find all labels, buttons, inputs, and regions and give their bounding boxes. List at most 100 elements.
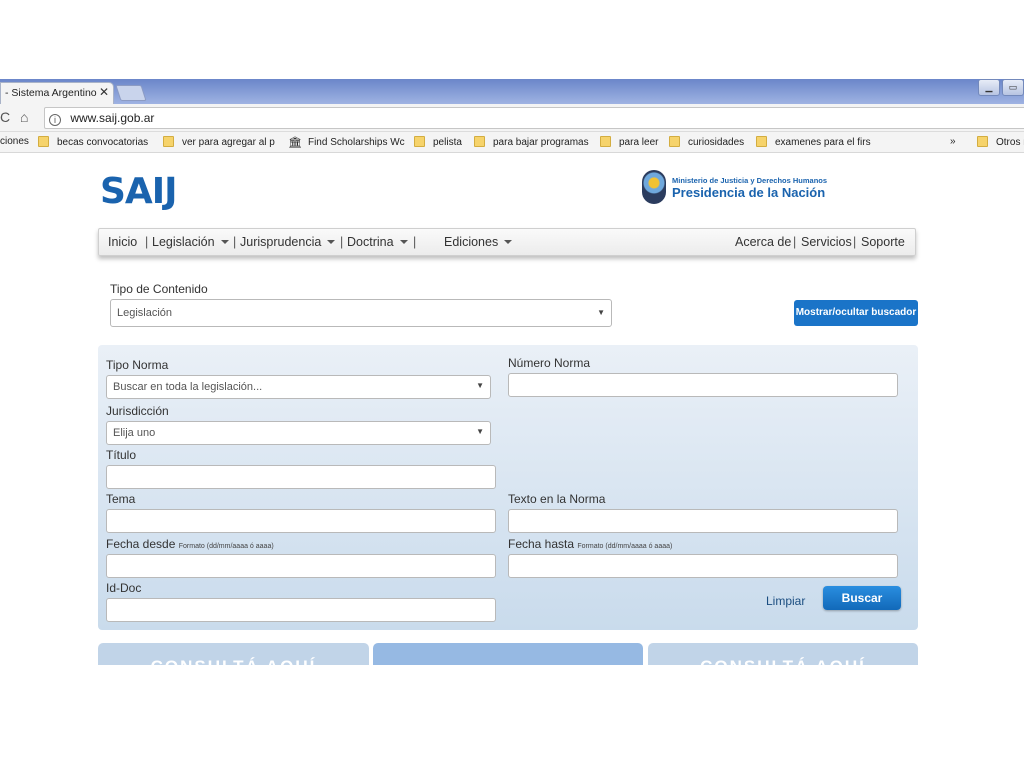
titulo-input[interactable] <box>106 465 496 489</box>
more-bookmarks-button[interactable]: » <box>950 136 956 147</box>
bookmark-label: curiosidades <box>688 137 745 148</box>
consult-card-1[interactable]: CONSULTÁ AQUÍ <box>98 643 369 665</box>
ministry-name: Ministerio de Justicia y Derechos Humano… <box>672 176 828 185</box>
nav-separator: | <box>793 235 797 249</box>
bookmark-item[interactable]: para bajar programas <box>474 136 589 148</box>
bookmark-item[interactable]: para leer <box>600 136 658 148</box>
url-text: www.saij.gob.ar <box>70 111 155 125</box>
dropdown-arrow-icon: ▼ <box>597 308 605 317</box>
bookmark-item[interactable]: curiosidades <box>669 136 744 148</box>
bookmark-item[interactable]: pelista <box>414 136 462 148</box>
numero-norma-input[interactable] <box>508 373 898 397</box>
bookmark-label: pelista <box>433 137 462 148</box>
search-button[interactable]: Buscar <box>823 586 901 610</box>
dropdown-arrow-icon: ▼ <box>476 427 484 436</box>
maximize-button[interactable]: ▭ <box>1002 79 1024 96</box>
bookmark-label: para bajar programas <box>493 137 589 148</box>
bookmark-item[interactable]: becas convocatorias <box>38 136 148 148</box>
iddoc-input[interactable] <box>106 598 496 622</box>
toggle-search-button[interactable]: Mostrar/ocultar buscador <box>794 300 918 326</box>
nav-separator: | <box>853 235 857 249</box>
nav-separator: | <box>340 235 344 249</box>
nav-label: Ediciones <box>444 235 499 249</box>
new-tab-button[interactable] <box>115 85 147 101</box>
browser-chrome: - Sistema Argentino ✕ ▁ ▭ C ⌂ i www.saij… <box>0 79 1024 153</box>
content-type-value: Legislación <box>117 307 173 319</box>
folder-icon <box>756 136 767 147</box>
reload-icon[interactable]: C <box>0 109 10 125</box>
nav-separator: | <box>233 235 237 249</box>
folder-icon <box>977 136 988 147</box>
bookmark-item[interactable]: ciones <box>0 136 29 147</box>
bookmark-item[interactable]: 🏛 Find Scholarships Wc <box>288 136 405 149</box>
nav-jurisprudencia[interactable]: Jurisprudencia <box>240 235 336 249</box>
folder-icon <box>163 136 174 147</box>
texto-norma-input[interactable] <box>508 509 898 533</box>
tab-close-icon[interactable]: ✕ <box>99 85 109 99</box>
bookmark-label: Otros m <box>996 137 1024 148</box>
texto-norma-label: Texto en la Norma <box>508 492 606 506</box>
consult-card-3[interactable]: CONSULTÁ AQUÍ <box>648 643 918 665</box>
iddoc-label: Id-Doc <box>106 581 142 595</box>
bookmark-label: becas convocatorias <box>57 137 149 148</box>
nav-ediciones[interactable]: Ediciones <box>444 235 513 249</box>
content-type-select[interactable]: Legislación ▼ <box>110 299 612 327</box>
browser-tab[interactable]: - Sistema Argentino ✕ <box>0 82 114 104</box>
nav-soporte[interactable]: Soporte <box>861 235 905 249</box>
card-title: CONSULTÁ AQUÍ <box>151 657 317 665</box>
tipo-norma-label: Tipo Norma <box>106 358 169 372</box>
minimize-button[interactable]: ▁ <box>978 79 1000 96</box>
other-bookmarks[interactable]: Otros m <box>977 136 1024 148</box>
jurisdiccion-select[interactable]: Elija uno ▼ <box>106 421 491 445</box>
nav-label: Doctrina <box>347 235 394 249</box>
fecha-format-hint: Formato (dd/mm/aaaa ó aaaa) <box>178 543 274 550</box>
nav-label: Legislación <box>152 235 215 249</box>
home-icon[interactable]: ⌂ <box>20 109 28 125</box>
tab-bar: - Sistema Argentino ✕ ▁ ▭ <box>0 79 1024 104</box>
content-type-label: Tipo de Contenido <box>110 282 208 296</box>
bookmark-label: Find Scholarships Wc <box>307 137 405 148</box>
nav-servicios[interactable]: Servicios <box>801 235 852 249</box>
chevron-down-icon <box>399 240 408 244</box>
nav-legislacion[interactable]: Legislación <box>152 235 229 249</box>
tema-input[interactable] <box>106 509 496 533</box>
info-icon[interactable]: i <box>49 114 61 126</box>
dropdown-arrow-icon: ▼ <box>476 381 484 390</box>
titulo-label: Título <box>106 448 137 462</box>
folder-icon <box>474 136 485 147</box>
fecha-hasta-text: Fecha hasta <box>508 537 575 551</box>
jurisdiccion-value: Elija uno <box>113 427 156 439</box>
bookmark-item[interactable]: examenes para el firs <box>756 136 871 148</box>
fecha-desde-input[interactable] <box>106 554 496 578</box>
folder-icon <box>414 136 425 147</box>
government-logo[interactable]: Ministerio de Justicia y Derechos Humano… <box>640 170 840 208</box>
address-bar: C ⌂ i www.saij.gob.ar <box>0 104 1024 132</box>
tema-label: Tema <box>106 492 136 506</box>
nav-label: Jurisprudencia <box>240 235 322 249</box>
url-input[interactable]: i www.saij.gob.ar <box>44 107 1024 129</box>
nav-doctrina[interactable]: Doctrina <box>347 235 408 249</box>
bookmark-label: ciones <box>0 136 29 147</box>
nav-separator: | <box>413 235 417 249</box>
folder-icon <box>669 136 680 147</box>
bookmarks-bar: ciones becas convocatorias ver para agre… <box>0 132 1024 153</box>
nav-acerca-de[interactable]: Acerca de <box>735 235 791 249</box>
main-nav: Inicio | Legislación | Jurisprudencia | … <box>98 228 916 256</box>
fecha-hasta-input[interactable] <box>508 554 898 578</box>
bank-icon: 🏛 <box>288 137 302 149</box>
numero-norma-label: Número Norma <box>508 356 591 370</box>
bookmark-label: examenes para el firs <box>775 137 871 148</box>
fecha-desde-text: Fecha desde <box>106 537 176 551</box>
consult-card-2[interactable] <box>373 643 643 665</box>
tipo-norma-value: Buscar en toda la legislación... <box>113 381 263 393</box>
bookmark-item[interactable]: ver para agregar al p <box>163 136 275 148</box>
tipo-norma-select[interactable]: Buscar en toda la legislación... ▼ <box>106 375 491 399</box>
fecha-format-hint: Formato (dd/mm/aaaa ó aaaa) <box>577 543 673 550</box>
window-controls: ▁ ▭ <box>976 79 1024 98</box>
nav-inicio[interactable]: Inicio <box>108 235 137 249</box>
chevron-down-icon <box>220 240 229 244</box>
fecha-desde-label: Fecha desde Formato (dd/mm/aaaa ó aaaa) <box>106 537 274 551</box>
clear-button[interactable]: Limpiar <box>766 594 805 608</box>
chevron-down-icon <box>327 240 336 244</box>
saij-logo[interactable]: SAIJ <box>100 171 178 212</box>
